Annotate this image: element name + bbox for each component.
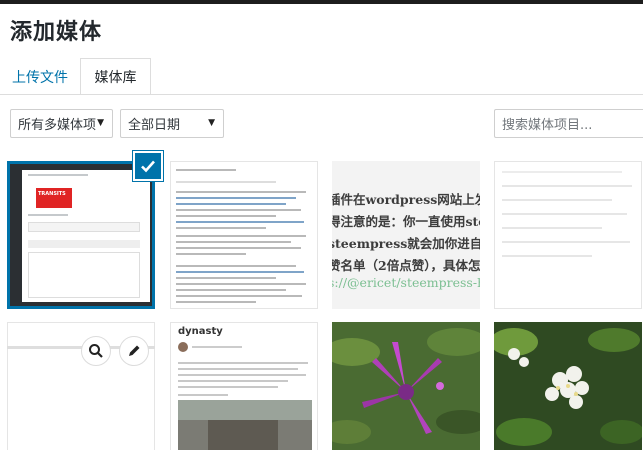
media-type-filter[interactable]: 所有多媒体项 ▼ (10, 109, 113, 138)
thumbnail-title: dynasty (178, 326, 223, 337)
media-item-4[interactable] (494, 161, 642, 309)
media-item-8[interactable] (494, 322, 642, 450)
media-type-filter-value: 所有多媒体项 (18, 118, 97, 133)
magnify-icon (89, 344, 103, 358)
media-item-1[interactable]: TRANSITS (7, 161, 155, 309)
media-item-6[interactable]: dynasty (170, 322, 318, 450)
media-item-2[interactable] (170, 161, 318, 309)
thumbnail-text-line: 得注意的是：你一直使用steempress发帖 (332, 214, 480, 229)
thumbnail-text-line: 赞名单（2倍点赞），具体怎么创建wo (332, 258, 480, 273)
check-icon (141, 160, 155, 173)
media-item-3[interactable]: 插件在wordpress网站上发文: 得注意的是：你一直使用steempress… (332, 161, 480, 309)
date-filter[interactable]: 全部日期 ▼ (120, 109, 224, 138)
thumbnail-red-label: TRANSITS (38, 191, 66, 197)
avatar (178, 342, 188, 352)
media-search-input[interactable]: 搜索媒体项目... (494, 109, 643, 138)
zoom-button[interactable] (81, 336, 111, 366)
thumbnail-text-line: steempress就会加你进自动点赞名单。 (332, 236, 480, 251)
red-label-box: TRANSITS (36, 188, 72, 208)
date-filter-value: 全部日期 (128, 118, 181, 133)
thumbnail-text-line: s://@ericet/steempress-hx46gf0942 (332, 275, 480, 290)
selected-check-button[interactable] (133, 151, 163, 181)
media-item-7[interactable] (332, 322, 480, 450)
thumbnail-image (332, 322, 480, 450)
thumbnail-image: TRANSITS (10, 164, 152, 306)
modal-title: 添加媒体 (10, 20, 103, 45)
tab-upload-files[interactable]: 上传文件 (0, 58, 80, 95)
modal-top-border (0, 0, 643, 4)
thumbnail-text-line: 插件在wordpress网站上发文: (332, 192, 480, 207)
caret-down-icon: ▼ (208, 118, 215, 128)
edit-button[interactable] (119, 336, 149, 366)
tab-media-library[interactable]: 媒体库 (80, 58, 151, 95)
thumbnail-image (494, 322, 642, 450)
pencil-icon (129, 345, 140, 356)
tabs-divider (0, 94, 643, 95)
media-item-5[interactable] (7, 322, 155, 450)
caret-down-icon: ▼ (97, 118, 104, 128)
media-search-placeholder: 搜索媒体项目... (502, 118, 593, 133)
thumbnail-image (178, 400, 312, 450)
